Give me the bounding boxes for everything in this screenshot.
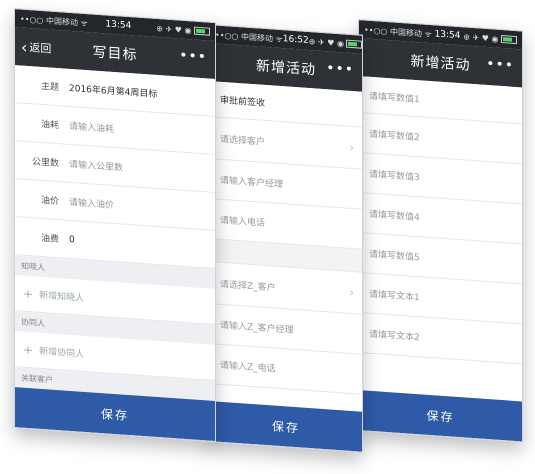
text-placeholder: 请填写文本2 [369,329,420,344]
carrier-text: ••○○ 中国移动 ᯤ [20,13,88,28]
text-placeholder: 请填写文本1 [369,289,420,304]
status-icons: ⊕ ✈ ♥ ◉ [463,32,517,45]
fuel-consumption-placeholder: 请输入油耗 [69,121,115,135]
more-menu-icon[interactable]: ••• [326,60,354,78]
battery-icon [501,34,517,45]
battery-icon [194,26,211,36]
select-z-customer-placeholder: 请选择Z_客户 [220,279,276,294]
z-customer-manager-placeholder: 请输入Z_客户经理 [220,320,294,336]
subject-label: 主题 [40,81,59,94]
value-placeholder: 请填写数值3 [369,169,420,184]
goal-form: 主题 2016年6月第4周目标 油耗 请输入油耗 公里数 请输入公里数 油价 请… [15,65,215,402]
clock: 16:52 [282,34,309,46]
fuel-consumption-label: 油耗 [40,119,59,132]
phone-new-activity-customer: ••○○ 中国移动 ᯤ 16:52 ⊕ ✈ ♥ ◉ 新增活动 ••• 审批前签收… [209,24,363,453]
status-icons: ⊕ ✈ ♥ ◉ [149,23,211,36]
select-customer-placeholder: 请选择客户 [220,134,266,148]
z-phone-placeholder: 请输入Z_电话 [220,360,276,375]
subject-value: 2016年6月第4周目标 [69,83,158,101]
fuel-price-placeholder: 请输入油价 [69,197,115,211]
chevron-left-icon: ‹ [21,36,28,57]
fuel-cost-label: 油费 [40,233,59,246]
add-notify-label: 新增知晓人 [39,290,85,304]
mileage-label: 公里数 [31,157,59,170]
customer-manager-placeholder: 请输入客户经理 [220,175,284,191]
phone-new-activity-values: ••○○ 中国移动 ᯤ 13:54 ⊕ ✈ ♥ ◉ 新增活动 ••• 请填写数值… [358,19,523,443]
value-placeholder: 请填写数值5 [369,249,420,264]
phone-write-goal: ••○○ 中国移动 ᯤ 13:54 ⊕ ✈ ♥ ◉ ‹ 返回 写目标 ••• 主题… [14,8,216,443]
clock: 13:54 [434,29,461,42]
chevron-right-icon: › [349,285,354,300]
value-placeholder: 请填写数值2 [369,129,420,144]
status-glyphs: ⊕ ✈ ♥ ◉ [463,31,499,44]
more-menu-icon[interactable]: ••• [179,48,207,66]
showcase-scene: ••○○ 中国移动 ᯤ 13:54 ⊕ ✈ ♥ ◉ 新增活动 ••• 请填写数值… [0,0,535,474]
add-collaborator-label: 新增协同人 [39,346,85,360]
save-button[interactable]: 保存 [359,390,522,442]
phone-placeholder: 请输入电话 [220,215,266,229]
form-list: 审批前签收 请选择客户 › 请输入客户经理 请输入电话 请选择Z_客户 › 请输入Z… [210,81,362,395]
battery-icon [346,39,363,49]
value-placeholder: 请填写数值4 [369,209,420,224]
value-placeholder: 请填写数值1 [369,91,420,105]
back-button[interactable]: ‹ 返回 [21,37,51,58]
more-menu-icon[interactable]: ••• [486,56,514,74]
chevron-right-icon: › [349,140,354,155]
back-label: 返回 [29,41,52,56]
plus-icon: + [23,286,34,301]
plus-icon: + [23,342,34,357]
carrier-text: ••○○ 中国移动 ᯤ [364,24,432,39]
status-icons: ⊕ ✈ ♥ ◉ [309,36,363,49]
mileage-placeholder: 请输入公里数 [69,159,124,174]
approval-signoff-label: 审批前签收 [220,95,266,109]
status-glyphs: ⊕ ✈ ♥ ◉ [156,23,192,35]
clock: 13:54 [105,19,132,32]
save-button[interactable]: 保存 [210,401,362,452]
fuel-price-label: 油价 [40,195,59,208]
form-list: 请填写数值1 请填写数值2 请填写数值3 请填写数值4 请填写数值5 请填写文本… [359,76,522,365]
carrier-text: ••○○ 中国移动 ᯤ [215,29,283,44]
status-glyphs: ⊕ ✈ ♥ ◉ [308,36,344,48]
fuel-cost-value: 0 [69,234,75,245]
